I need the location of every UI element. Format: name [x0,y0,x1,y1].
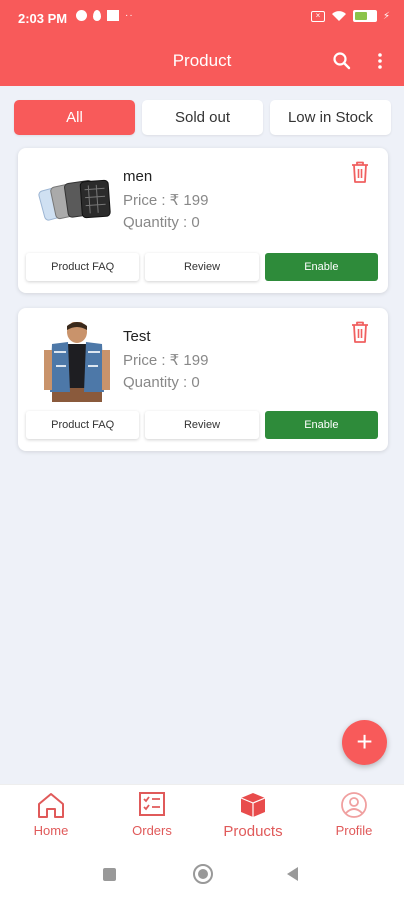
battery-icon [352,10,377,22]
home-icon [38,793,64,818]
nav-orders-label: Orders [132,823,172,838]
home-button[interactable] [193,864,213,884]
orders-icon [139,792,165,816]
card-actions: Product FAQ Review Enable [26,411,378,439]
nav-products-label: Products [223,823,283,840]
product-faq-button[interactable]: Product FAQ [26,411,140,439]
product-faq-button[interactable]: Product FAQ [26,253,140,281]
product-name: Test [123,328,151,345]
profile-icon [341,792,367,818]
product-card[interactable]: Test Price : ₹ 199 Quantity : 0 Product … [18,308,388,451]
nav-home[interactable]: Home [11,791,91,838]
product-quantity: Quantity : 0 [123,214,200,231]
status-time: 2:03 PM [18,11,68,26]
product-quantity: Quantity : 0 [123,374,200,391]
battery-fill [354,12,367,20]
add-product-button[interactable]: + [342,720,387,765]
card-actions: Product FAQ Review Enable [26,253,378,281]
filter-tabs: All Sold out Low in Stock [14,100,391,135]
product-name: men [123,168,153,185]
back-button[interactable] [287,867,298,881]
filter-all[interactable]: All [14,100,135,135]
nav-home-label: Home [33,823,69,838]
wifi-icon [331,11,346,21]
delete-icon[interactable] [350,160,370,184]
filter-sold-out[interactable]: Sold out [142,100,263,135]
charging-icon: ⚡ [382,10,390,22]
search-icon[interactable] [332,51,352,71]
review-button[interactable]: Review [145,253,259,281]
enable-button[interactable]: Enable [264,253,378,281]
status-right-icons: × ⚡ [310,10,390,22]
product-price: Price : ₹ 199 [123,352,209,369]
more-vertical-icon[interactable] [376,52,384,70]
recents-button[interactable] [103,868,116,881]
location-icon [93,10,101,21]
nav-profile[interactable]: Profile [314,791,394,838]
box-icon [240,793,266,817]
system-nav-bar [0,848,404,900]
bottom-nav: Home Orders Products Profile [0,784,404,848]
app-bar: Product [0,38,404,86]
nav-products[interactable]: Products [213,791,293,840]
enable-button[interactable]: Enable [264,411,378,439]
review-button[interactable]: Review [145,411,259,439]
denim-vest-image [32,322,122,402]
shirts-image [32,162,122,242]
product-price: Price : ₹ 199 [123,192,209,209]
delete-icon[interactable] [350,320,370,344]
status-bar: 2:03 PM ·· × ⚡ [0,0,404,38]
sync-icon [76,10,87,21]
filter-low-in-stock[interactable]: Low in Stock [270,100,391,135]
no-sim-icon: × [310,10,325,22]
nav-profile-label: Profile [335,823,373,838]
nav-orders[interactable]: Orders [112,791,192,838]
message-icon [107,10,119,21]
product-card[interactable]: men Price : ₹ 199 Quantity : 0 Product F… [18,148,388,293]
status-more: ·· [125,10,134,21]
status-left-icons: ·· [76,10,134,21]
